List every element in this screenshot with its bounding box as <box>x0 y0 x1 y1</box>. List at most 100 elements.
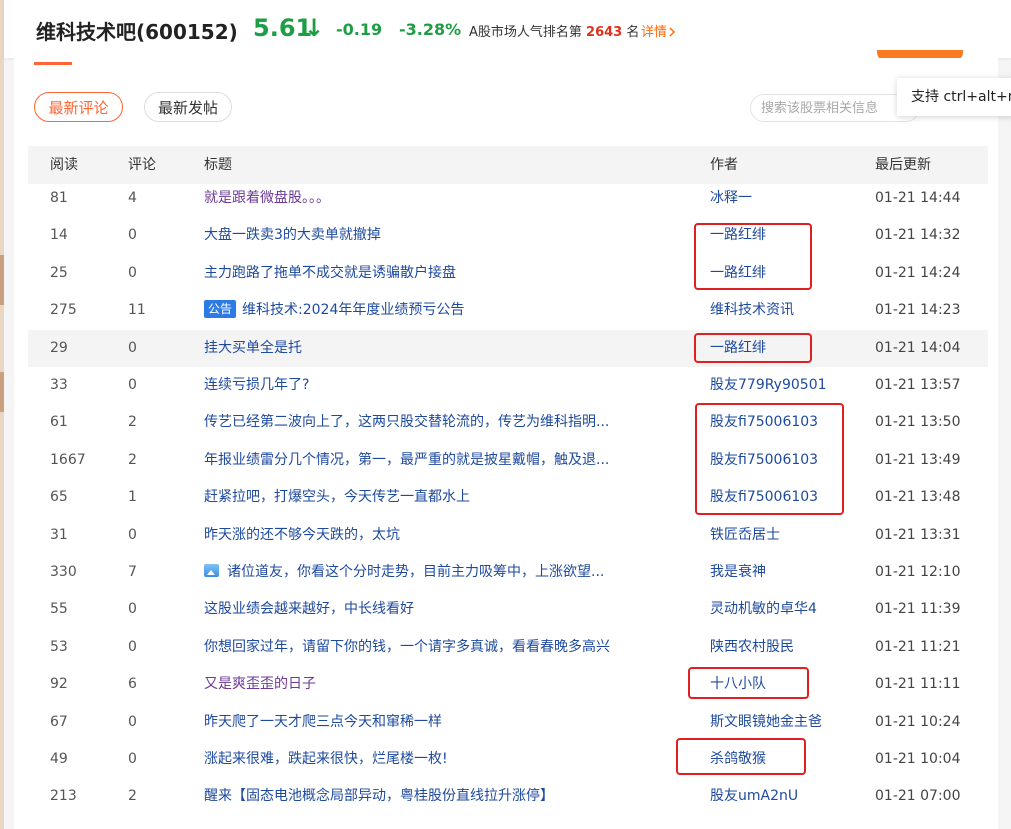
shortcut-tooltip: 支持 ctrl+alt+n <box>897 78 1011 116</box>
table-row[interactable]: 55 0 这股业绩会越来越好，中长线看好 灵动机敏的卓华4 01-21 11:39 <box>28 591 988 628</box>
post-title-link[interactable]: 挂大买单全是托 <box>204 330 692 367</box>
last-updated: 01-21 14:04 <box>875 339 961 356</box>
post-title-link[interactable]: 醒来【固态电池概念局部异动，粤桂股份直线拉升涨停】 <box>204 778 692 815</box>
author-link[interactable]: 一路红绯 <box>710 255 766 292</box>
author-link[interactable]: 股友umA2nU <box>710 778 798 815</box>
author-link[interactable]: 斯文眼镜她金主爸 <box>710 704 822 741</box>
post-title-link[interactable]: 诸位道友，你看这个分时走势，目前主力吸筹中，上涨欲望... <box>204 554 692 591</box>
last-updated: 01-21 07:00 <box>875 788 961 805</box>
last-updated: 01-21 12:10 <box>875 564 961 580</box>
announcement-badge: 公告 <box>204 300 237 319</box>
table-row[interactable]: 65 1 赶紧拉吧，打爆空头，今天传艺一直都水上 股友fi75006103 01-21 … <box>28 479 988 516</box>
post-title-link[interactable]: 涨起来很难，跌起来很快，烂尾楼一枚! <box>204 741 692 778</box>
read-count: 31 <box>50 526 68 543</box>
comment-count: 0 <box>128 601 137 618</box>
last-updated: 01-21 13:31 <box>875 526 961 543</box>
table-row[interactable]: 213 2 醒来【固态电池概念局部异动，粤桂股份直线拉升涨停】 股友umA2nU 01-… <box>28 778 988 815</box>
author-link[interactable]: 股友779Ry90501 <box>710 367 827 404</box>
author-link[interactable]: 维科技术资讯 <box>710 292 794 329</box>
post-title-text: 你想回家过年，请留下你的钱，一个请字多真诚，看看春晚多高兴 <box>204 638 610 655</box>
post-title-link[interactable]: 昨天涨的还不够今天跌的，太坑 <box>204 517 692 554</box>
search-input[interactable] <box>750 94 920 122</box>
post-title-link[interactable]: 这股业绩会越来越好，中长线看好 <box>204 591 692 628</box>
read-count: 213 <box>50 788 77 805</box>
post-title-link[interactable]: 公告 维科技术:2024年年度业绩预亏公告 <box>204 292 692 329</box>
last-updated: 01-21 13:50 <box>875 414 961 431</box>
detail-link[interactable]: 详情 <box>641 21 676 40</box>
table-row[interactable]: 14 0 大盘一跌卖3的大卖单就撤掉 一路红绯 01-21 14:32 <box>28 217 988 254</box>
last-updated: 01-21 13:57 <box>875 377 961 393</box>
post-title-text: 涨起来很难，跌起来很快，烂尾楼一枚! <box>204 751 448 767</box>
table-row[interactable]: 67 0 昨天爬了一天才爬三点今天和窜稀一样 斯文眼镜她金主爸 01-21 10:24 <box>28 704 988 741</box>
author-link[interactable]: 我是衰神 <box>710 554 766 591</box>
post-title-text: 连续亏损几年了? <box>204 377 310 393</box>
popularity-rank: A股市场人气排名第 2643 名 <box>469 21 639 40</box>
table-row[interactable]: 330 7 诸位道友，你看这个分时走势，目前主力吸筹中，上涨欲望... 我是衰神 01-… <box>28 554 988 591</box>
read-count: 92 <box>50 676 68 693</box>
author-link[interactable]: 股友fi75006103 <box>710 404 818 441</box>
read-count: 49 <box>50 751 68 767</box>
author-link[interactable]: 股友fi75006103 <box>710 479 818 516</box>
table-row[interactable]: 25 0 主力跑路了拖单不成交就是诱骗散户接盘 一路红绯 01-21 14:24 <box>28 255 988 292</box>
read-count: 65 <box>50 489 68 506</box>
post-title-text: 诸位道友，你看这个分时走势，目前主力吸筹中，上涨欲望... <box>227 564 605 580</box>
last-updated: 01-21 13:48 <box>875 489 961 506</box>
post-title-link[interactable]: 你想回家过年，请留下你的钱，一个请字多真诚，看看春晚多高兴 <box>204 629 692 666</box>
last-updated: 01-21 11:11 <box>875 676 961 693</box>
table-row[interactable]: 275 11 公告 维科技术:2024年年度业绩预亏公告 维科技术资讯 01-21 14:… <box>28 292 988 329</box>
table-row[interactable]: 53 0 你想回家过年，请留下你的钱，一个请字多真诚，看看春晚多高兴 陕西农村股民 01… <box>28 629 988 666</box>
table-row[interactable]: 1667 2 年报业绩雷分几个情况，第一，最严重的就是披星戴帽，触及退... 股友fi… <box>28 442 988 479</box>
author-link[interactable]: 十八小队 <box>710 666 766 703</box>
last-updated: 01-21 10:24 <box>875 713 961 730</box>
comment-count: 7 <box>128 564 137 580</box>
table-row[interactable]: 29 0 挂大买单全是托 一路红绯 01-21 14:04 <box>28 329 988 367</box>
author-link[interactable]: 一路红绯 <box>710 330 766 367</box>
last-updated: 01-21 11:39 <box>875 601 961 618</box>
author-link[interactable]: 一路红绯 <box>710 217 766 254</box>
comment-count: 2 <box>128 788 137 805</box>
table-row[interactable]: 61 2 传艺已经第二波向上了，这两只股交替轮流的，传艺为维科指明... 股友fi75… <box>28 404 988 441</box>
tab-latest-posts[interactable]: 最新发帖 <box>144 92 232 122</box>
post-title-text: 昨天涨的还不够今天跌的，太坑 <box>204 526 400 543</box>
tab-latest-comments[interactable]: 最新评论 <box>34 92 123 122</box>
table-row[interactable]: 33 0 连续亏损几年了? 股友779Ry90501 01-21 13:57 <box>28 367 988 404</box>
author-link[interactable]: 杀鸽敬猴 <box>710 741 766 778</box>
post-title-link[interactable]: 昨天爬了一天才爬三点今天和窜稀一样 <box>204 704 692 741</box>
post-title-link[interactable]: 传艺已经第二波向上了，这两只股交替轮流的，传艺为维科指明... <box>204 404 692 441</box>
post-title-link[interactable]: 就是跟着微盘股。。。 <box>204 180 692 217</box>
left-edge-strip <box>0 0 4 829</box>
comment-panel: 最新评论 最新发帖 阅读 评论 标题 作者 最后更新 81 4 就是跟着微盘股。。。… <box>14 58 998 829</box>
post-title-link[interactable]: 又是爽歪歪的日子 <box>204 666 692 703</box>
table-row[interactable]: 31 0 昨天涨的还不够今天跌的，太坑 铁匠岙居士 01-21 13:31 <box>28 517 988 554</box>
table-row[interactable]: 49 0 涨起来很难，跌起来很快，烂尾楼一枚! 杀鸽敬猴 01-21 10:04 <box>28 741 988 778</box>
table-row[interactable]: 92 6 又是爽歪歪的日子 十八小队 01-21 11:11 <box>28 666 988 703</box>
read-count: 29 <box>50 339 68 356</box>
comment-count: 0 <box>128 526 137 543</box>
detail-label: 详情 <box>641 25 668 40</box>
post-title-link[interactable]: 赶紧拉吧，打爆空头，今天传艺一直都水上 <box>204 479 692 516</box>
stock-header: 维科技术吧(600152) 5.61 ↓ -0.19 -3.28% A股市场人气… <box>4 0 1011 58</box>
post-title-text: 年报业绩雷分几个情况，第一，最严重的就是披星戴帽，触及退... <box>204 451 610 468</box>
author-link[interactable]: 冰释一 <box>710 180 752 217</box>
author-link[interactable]: 股友fi75006103 <box>710 442 818 479</box>
last-updated: 01-21 10:04 <box>875 751 961 767</box>
post-title-link[interactable]: 连续亏损几年了? <box>204 367 692 404</box>
post-title-link[interactable]: 年报业绩雷分几个情况，第一，最严重的就是披星戴帽，触及退... <box>204 442 692 479</box>
table-header: 阅读 评论 标题 作者 最后更新 <box>28 146 988 184</box>
read-count: 330 <box>50 564 77 580</box>
post-title-link[interactable]: 大盘一跌卖3的大卖单就撤掉 <box>204 217 692 254</box>
table-row[interactable]: 81 4 就是跟着微盘股。。。 冰释一 01-21 14:44 <box>28 180 988 217</box>
post-title-text: 挂大买单全是托 <box>204 339 302 356</box>
author-link[interactable]: 灵动机敏的卓华4 <box>710 591 817 628</box>
read-count: 81 <box>50 190 68 206</box>
comment-count: 1 <box>128 489 137 506</box>
read-count: 1667 <box>50 451 86 468</box>
post-title-link[interactable]: 主力跑路了拖单不成交就是诱骗散户接盘 <box>204 255 692 292</box>
author-link[interactable]: 陕西农村股民 <box>710 629 794 666</box>
column-comments: 评论 <box>128 157 156 173</box>
comment-count: 6 <box>128 676 137 693</box>
author-link[interactable]: 铁匠岙居士 <box>710 517 780 554</box>
stock-name[interactable]: 维科技术吧(600152) <box>36 16 238 45</box>
column-updated: 最后更新 <box>875 157 931 173</box>
post-title-text: 醒来【固态电池概念局部异动，粤桂股份直线拉升涨停】 <box>204 788 554 805</box>
